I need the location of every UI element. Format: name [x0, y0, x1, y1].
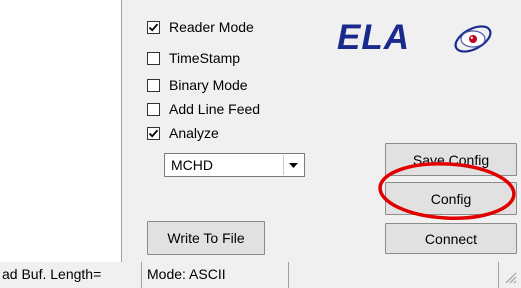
- reader-mode-checkbox[interactable]: Reader Mode: [147, 17, 254, 37]
- mode-select-value: MCHD: [171, 157, 213, 173]
- logo-text: ELA: [337, 18, 410, 57]
- status-separator: [498, 262, 499, 288]
- checkbox-label: Add Line Feed: [169, 101, 261, 117]
- output-area: [0, 0, 121, 262]
- buffer-length-status: ad Buf. Length=: [2, 266, 102, 282]
- mode-status: Mode: ASCII: [147, 266, 226, 282]
- chevron-down-icon[interactable]: [283, 155, 303, 175]
- checkbox-box[interactable]: [147, 78, 160, 92]
- checkbox-label: Reader Mode: [169, 19, 254, 35]
- binary-mode-checkbox[interactable]: Binary Mode: [147, 75, 248, 95]
- eye-orbit-icon: [454, 25, 492, 53]
- checkbox-box[interactable]: [147, 126, 160, 140]
- write-to-file-button[interactable]: Write To File: [147, 221, 265, 255]
- mode-select[interactable]: MCHD: [164, 153, 305, 177]
- status-separator: [141, 262, 142, 288]
- timestamp-checkbox[interactable]: TimeStamp: [147, 48, 240, 68]
- analyze-checkbox[interactable]: Analyze: [147, 123, 219, 143]
- resize-grip-icon[interactable]: [503, 270, 517, 284]
- add-line-feed-checkbox[interactable]: Add Line Feed: [147, 99, 260, 119]
- checkbox-label: Binary Mode: [169, 77, 248, 93]
- checkbox-box[interactable]: [147, 20, 160, 34]
- checkbox-label: TimeStamp: [169, 50, 241, 66]
- app-window: Reader Mode TimeStamp Binary Mode Add Li…: [0, 0, 521, 288]
- checkbox-box[interactable]: [147, 102, 160, 116]
- panel-divider: [121, 0, 122, 262]
- config-button[interactable]: Config: [385, 182, 517, 215]
- connect-button[interactable]: Connect: [385, 223, 517, 254]
- status-separator: [288, 262, 289, 288]
- ela-logo: ELA: [337, 16, 497, 60]
- save-config-button[interactable]: Save Config: [385, 143, 517, 176]
- checkbox-box[interactable]: [147, 51, 160, 65]
- checkbox-label: Analyze: [169, 125, 219, 141]
